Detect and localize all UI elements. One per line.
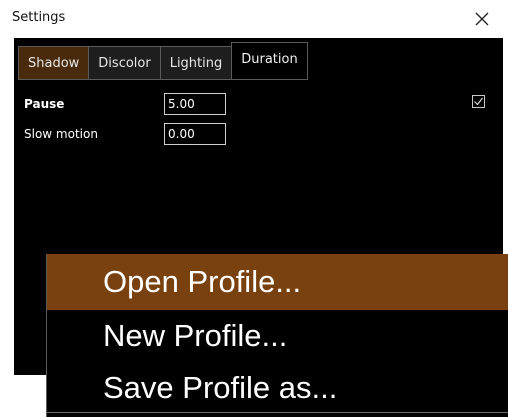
tab-shadow[interactable]: Shadow bbox=[18, 46, 89, 80]
profile-context-menu: Open Profile... New Profile... Save Prof… bbox=[46, 254, 508, 417]
close-icon bbox=[475, 12, 489, 26]
slow-motion-row: Slow motion bbox=[24, 123, 226, 145]
tab-discolor[interactable]: Discolor bbox=[88, 46, 160, 80]
menu-separator bbox=[47, 412, 508, 413]
menu-item-save-profile-as[interactable]: Save Profile as... bbox=[47, 362, 508, 414]
menu-item-new-profile[interactable]: New Profile... bbox=[47, 310, 508, 362]
window-title: Settings bbox=[12, 10, 66, 25]
checkmark-icon bbox=[474, 97, 483, 106]
tab-lighting[interactable]: Lighting bbox=[159, 46, 232, 80]
slow-motion-input[interactable] bbox=[164, 123, 226, 145]
title-bar: Settings bbox=[0, 0, 508, 38]
pause-label: Pause bbox=[24, 97, 65, 111]
close-button[interactable] bbox=[468, 6, 496, 32]
slow-motion-label: Slow motion bbox=[24, 127, 98, 141]
enable-checkbox[interactable] bbox=[472, 95, 485, 108]
menu-item-open-profile[interactable]: Open Profile... bbox=[47, 254, 508, 310]
tab-duration[interactable]: Duration bbox=[231, 42, 308, 80]
pause-row: Pause bbox=[24, 93, 226, 115]
tab-bar: Shadow Discolor Lighting Duration bbox=[18, 42, 308, 80]
pause-input[interactable] bbox=[164, 93, 226, 115]
